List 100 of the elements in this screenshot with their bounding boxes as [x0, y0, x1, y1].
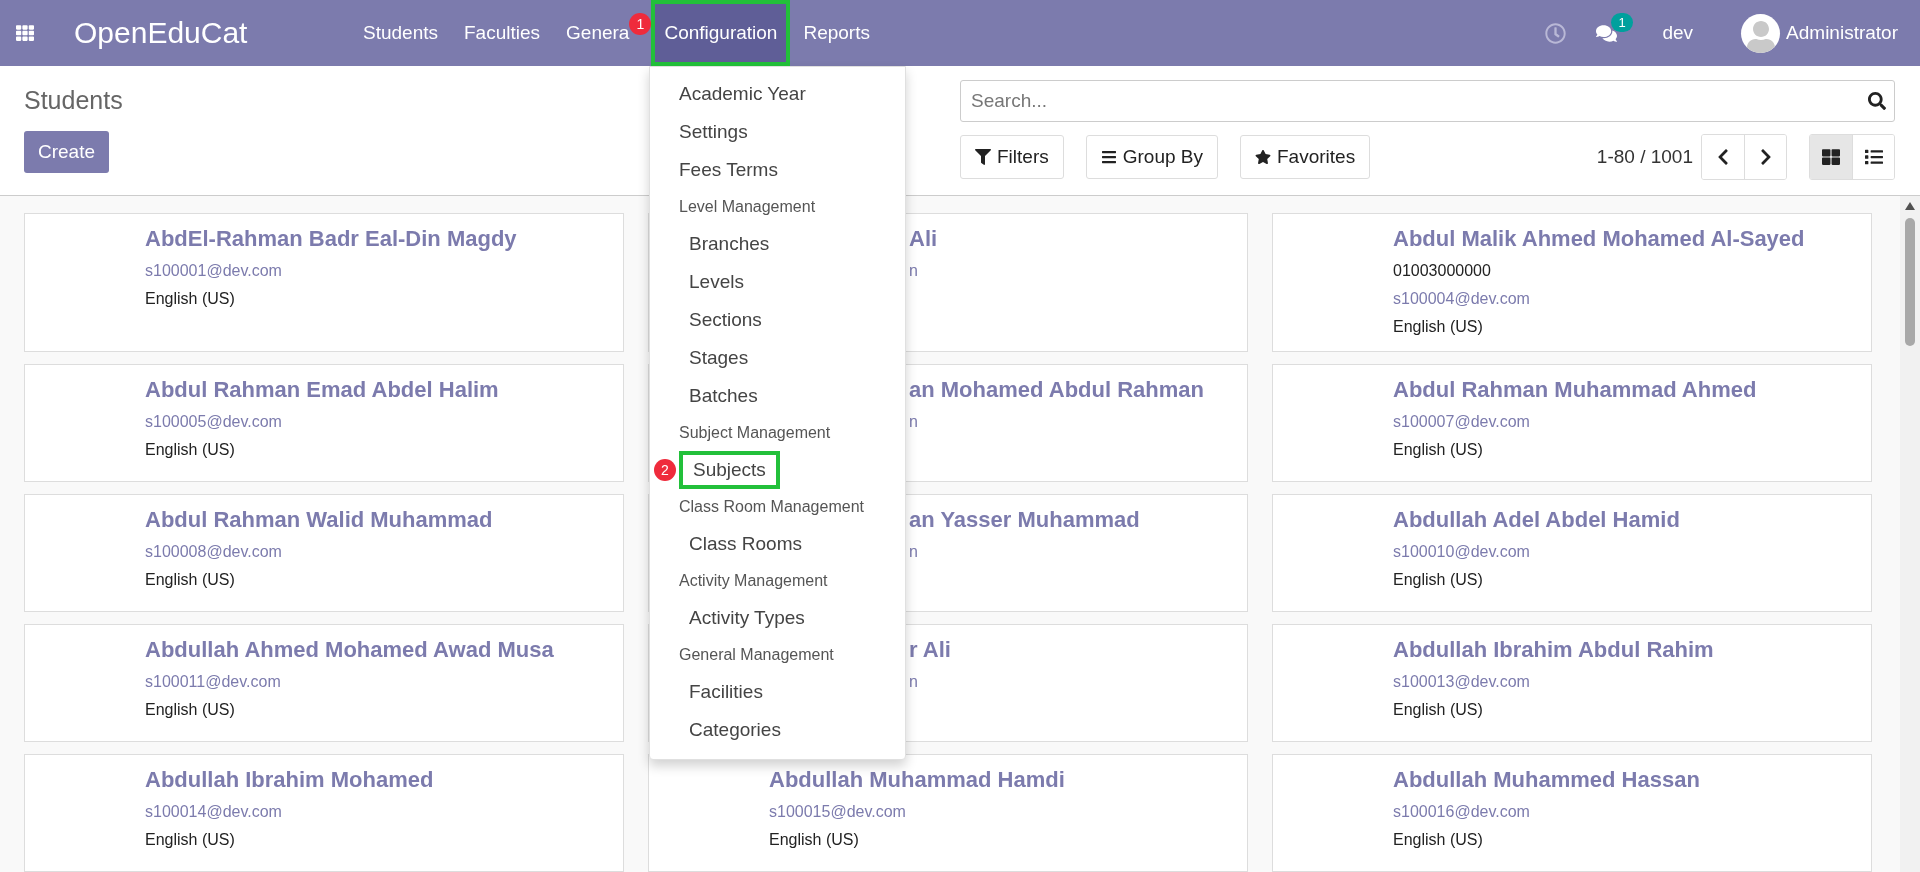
student-name: Abdullah Ibrahim Mohamed	[145, 767, 434, 793]
chat-icon[interactable]	[1596, 22, 1618, 44]
student-email: s100013@dev.com	[1393, 673, 1530, 691]
step-number-badge: 1	[629, 13, 652, 35]
student-name: Abdullah Adel Abdel Hamid	[1393, 507, 1680, 533]
dropdown-menu-item[interactable]: Batches	[689, 385, 758, 407]
student-language: English (US)	[145, 441, 235, 459]
dropdown-menu-item[interactable]: Class Rooms	[689, 533, 802, 555]
student-name: Abdullah Ibrahim Abdul Rahim	[1393, 637, 1714, 663]
student-name: Abdul Rahman Emad Abdel Halim	[145, 377, 499, 403]
scrollbar-thumb[interactable]	[1905, 218, 1915, 346]
pager-count[interactable]: 1-80 / 1001	[1596, 146, 1693, 168]
student-language: English (US)	[769, 831, 859, 849]
student-name: Abdullah Ahmed Mohamed Awad Musa	[145, 637, 554, 663]
student-email: s100005@dev.com	[145, 413, 282, 431]
grid-icon	[1822, 148, 1840, 166]
student-email: s100008@dev.com	[145, 543, 282, 561]
student-card[interactable]: Abdul Rahman Muhammad Ahmed s100007@dev.com English (US)	[1272, 364, 1872, 482]
student-name: Abdullah Muhammed Hassan	[1393, 767, 1700, 793]
student-language: English (US)	[1393, 318, 1483, 336]
scrollbar[interactable]	[1900, 196, 1920, 872]
student-email: s100010@dev.com	[1393, 543, 1530, 561]
student-language: English (US)	[1393, 441, 1483, 459]
create-button[interactable]: Create	[24, 131, 110, 173]
search-option-button[interactable]: Group By	[1085, 135, 1218, 179]
avatar-icon[interactable]	[1741, 13, 1781, 53]
student-phone: 01003000000	[1393, 262, 1491, 280]
student-card[interactable]: Abdullah Adel Abdel Hamid s100010@dev.com English (US)	[1272, 494, 1872, 612]
bars-icon	[1100, 149, 1117, 165]
dropdown-menu-item[interactable]: Levels	[689, 271, 744, 293]
student-card[interactable]: Abdullah Muhammed Hassan s100016@dev.com English (US)	[1272, 754, 1872, 872]
search-option-button[interactable]: Filters	[960, 135, 1064, 179]
dropdown-menu-item[interactable]: Categories	[689, 719, 781, 741]
student-name: an Mohamed Abdul Rahman	[909, 377, 1204, 403]
next-page-button[interactable]	[1744, 135, 1786, 179]
dropdown-menu-item[interactable]: Fees Terms	[679, 159, 778, 181]
dropdown-menu-item[interactable]: Branches	[689, 233, 770, 255]
student-language: English (US)	[1393, 571, 1483, 589]
student-name: Ali	[909, 226, 938, 252]
student-email: s100014@dev.com	[145, 803, 282, 821]
student-card[interactable]: Abdullah Muhammad Hamdi s100015@dev.com English (US)	[648, 754, 1248, 872]
student-email: s100001@dev.com	[145, 262, 282, 280]
user-name[interactable]: Administrator	[1786, 22, 1898, 44]
student-name: r Ali	[909, 637, 951, 663]
student-email: s100004@dev.com	[1393, 290, 1530, 308]
funnel-icon	[975, 149, 991, 165]
nav-menu-item[interactable]: Faculties	[451, 0, 554, 66]
student-name: Abdul Malik Ahmed Mohamed Al-Sayed	[1393, 226, 1805, 252]
dropdown-menu-item[interactable]: Facilities	[689, 681, 763, 703]
student-name: Abdullah Muhammad Hamdi	[769, 767, 1065, 793]
nav-menu-item[interactable]: Students	[350, 0, 451, 66]
student-language: English (US)	[145, 571, 235, 589]
student-language: English (US)	[145, 701, 235, 719]
student-name: Abdul Rahman Muhammad Ahmed	[1393, 377, 1757, 403]
student-email: s100016@dev.com	[1393, 803, 1530, 821]
student-email: s100007@dev.com	[1393, 413, 1530, 431]
list-icon	[1864, 148, 1883, 166]
kanban-view-button[interactable]	[1810, 135, 1852, 179]
step-number-badge: 2	[654, 459, 676, 481]
menu-section-header: Class Room Management	[679, 498, 864, 516]
database-name[interactable]: dev	[1662, 22, 1694, 44]
nav-menu-item[interactable]: Configuration	[651, 0, 791, 66]
star-icon	[1255, 149, 1271, 165]
student-card[interactable]: Abdullah Ahmed Mohamed Awad Musa s100011@dev.com English (US)	[24, 624, 624, 742]
search-option-button[interactable]: Favorites	[1240, 135, 1371, 179]
student-language: English (US)	[145, 831, 235, 849]
student-card[interactable]: Abdullah Ibrahim Mohamed s100014@dev.com English (US)	[24, 754, 624, 872]
nav-menu-item[interactable]: Genera	[553, 0, 630, 66]
search-field[interactable]: Search...	[960, 80, 1895, 122]
student-email: n	[909, 543, 918, 561]
menu-section-header: Subject Management	[679, 424, 831, 442]
student-email: n	[909, 262, 918, 280]
dropdown-menu-item[interactable]: Sections	[689, 309, 762, 331]
dropdown-menu-item[interactable]: Subjects	[679, 451, 780, 489]
student-language: English (US)	[145, 290, 235, 308]
student-card[interactable]: Abdul Malik Ahmed Mohamed Al-Sayed 01003000000 s100004@dev.com English (US)	[1272, 213, 1872, 352]
scroll-up-arrow-icon[interactable]	[1905, 202, 1915, 210]
menu-section-header: General Management	[679, 646, 834, 664]
student-language: English (US)	[1393, 831, 1483, 849]
student-name: AbdEl-Rahman Badr Eal-Din Magdy	[145, 226, 517, 252]
student-card[interactable]: Abdul Rahman Walid Muhammad s100008@dev.com English (US)	[24, 494, 624, 612]
student-name: an Yasser Muhammad	[909, 507, 1140, 533]
student-card[interactable]: Abdullah Ibrahim Abdul Rahim s100013@dev.com English (US)	[1272, 624, 1872, 742]
menu-section-header: Level Management	[679, 198, 816, 216]
student-email: n	[909, 413, 918, 431]
student-language: English (US)	[1393, 701, 1483, 719]
menu-section-header: Activity Management	[679, 572, 828, 590]
brand-logo-text[interactable]: OpenEduCat	[74, 16, 350, 50]
apps-grid-icon[interactable]	[16, 24, 34, 42]
page-title: Students	[24, 86, 123, 115]
list-view-button[interactable]	[1852, 135, 1894, 179]
search-icon[interactable]	[1868, 92, 1886, 110]
student-card[interactable]: AbdEl-Rahman Badr Eal-Din Magdy s100001@dev.com English (US)	[24, 213, 624, 352]
student-email: s100015@dev.com	[769, 803, 906, 821]
student-card[interactable]: Abdul Rahman Emad Abdel Halim s100005@dev.com English (US)	[24, 364, 624, 482]
student-name: Abdul Rahman Walid Muhammad	[145, 507, 493, 533]
dropdown-menu-item[interactable]: Settings	[679, 121, 748, 143]
nav-menu-item[interactable]: Reports	[790, 0, 883, 66]
dropdown-menu-item[interactable]: Academic Year	[679, 83, 806, 105]
message-count-badge: 1	[1611, 12, 1633, 32]
